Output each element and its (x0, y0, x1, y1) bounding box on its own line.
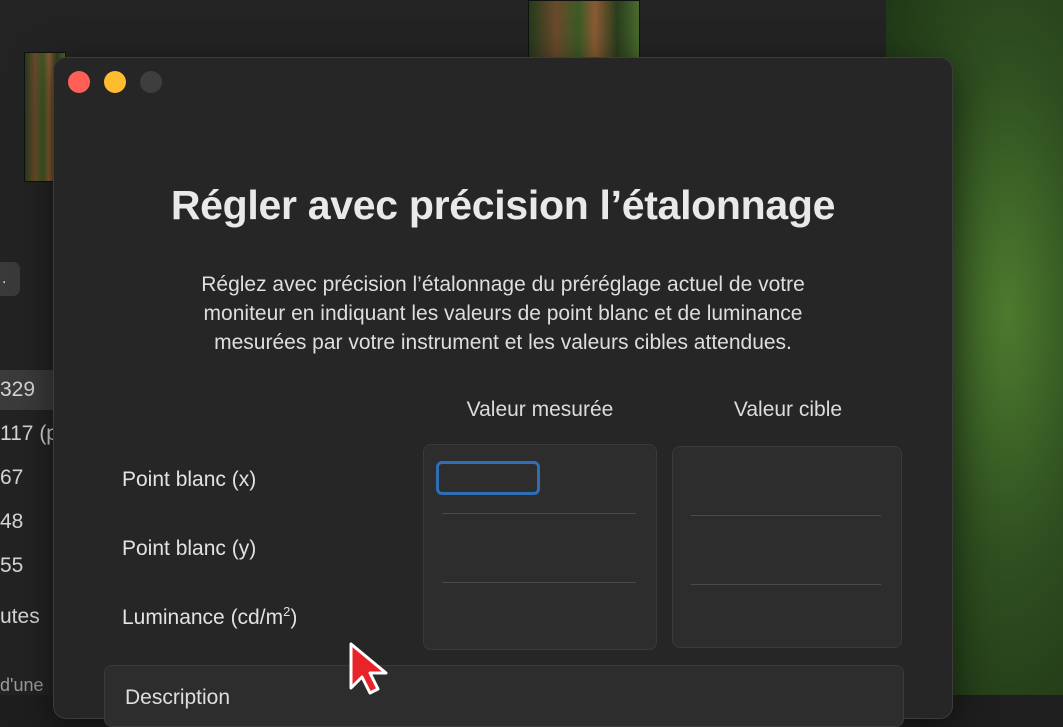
background-list-item[interactable]: 329 (0, 370, 56, 410)
label-white-point-x: Point blanc (x) (122, 468, 257, 491)
description-line: moniteur en indiquant les valeurs de poi… (203, 302, 803, 325)
zoom-window-button (140, 71, 162, 93)
column-header-target: Valeur cible (733, 398, 843, 421)
focus-ring (436, 461, 540, 495)
target-luminance-field[interactable] (673, 585, 901, 653)
luminance-label-text: Luminance (cd/m (122, 606, 284, 629)
measured-values-group (423, 444, 657, 651)
label-luminance: Luminance (cd/m2) (122, 604, 297, 630)
background-list-item[interactable]: 117 (p (0, 414, 56, 454)
dialog-title: Régler avec précision l’étalonnage (170, 182, 836, 228)
photo-thumbnail[interactable] (528, 0, 640, 60)
measured-white-y-field[interactable] (424, 514, 656, 582)
target-white-x-field[interactable] (673, 447, 901, 515)
background-list-item[interactable]: 55 (0, 546, 56, 586)
background-list-item[interactable]: 48 (0, 502, 56, 542)
column-header-measured: Valeur mesurée (466, 398, 614, 421)
mouse-pointer-icon (349, 642, 388, 695)
description-line: mesurées par votre instrument et les val… (214, 331, 792, 354)
luminance-label-end: ) (290, 606, 298, 629)
target-values-group (672, 446, 902, 653)
target-white-y-field[interactable] (673, 516, 901, 584)
measured-luminance-field[interactable] (424, 583, 656, 651)
calibration-dialog: Régler avec précision l’étalonnage Régle… (54, 58, 952, 727)
label-white-point-y: Point blanc (y) (122, 537, 257, 560)
description-line: Réglez avec précision l’étalonnage du pr… (201, 273, 805, 296)
dialog-description: Réglez avec précision l’étalonnage du pr… (114, 270, 892, 357)
background-list-item[interactable]: utes (0, 597, 56, 637)
description-panel-label: Description (125, 686, 231, 709)
close-window-button[interactable] (68, 71, 90, 93)
minimize-window-button[interactable] (104, 71, 126, 93)
description-panel[interactable]: Description (104, 665, 904, 727)
background-button[interactable]: . (0, 262, 20, 296)
background-list-item[interactable]: 67 (0, 458, 56, 498)
background-list-item: d'une (0, 675, 44, 695)
